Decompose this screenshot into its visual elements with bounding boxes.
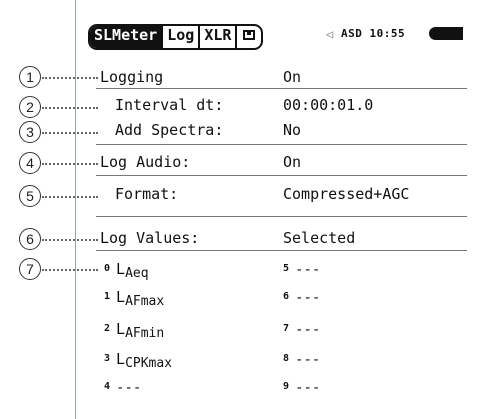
log-value-slot-8[interactable]: 8 ---	[0, 348, 479, 370]
log-value-entry: 5 ---	[283, 258, 320, 283]
setting-log-values[interactable]: Log Values: Selected	[0, 227, 479, 249]
tab-slmeter[interactable]: SLMeter	[90, 26, 164, 48]
divider	[96, 250, 467, 251]
log-value-slot-5[interactable]: 5 ---	[0, 258, 479, 280]
slot-index: 9	[283, 381, 290, 392]
setting-label: Interval dt:	[115, 96, 224, 114]
setting-format[interactable]: Format: Compressed+AGC	[0, 183, 479, 205]
divider	[96, 144, 467, 145]
slot-index: 8	[283, 353, 290, 364]
setting-value: Compressed+AGC	[283, 185, 410, 203]
log-value-entry: 7 ---	[283, 318, 320, 343]
log-value-entry: 6 ---	[283, 286, 320, 311]
status-text: ASD 10:55	[341, 27, 406, 40]
status-bar: SLMeter Log XLR ◁ ASD 10:55	[88, 24, 468, 50]
setting-value: On	[283, 68, 302, 86]
setting-value: Selected	[283, 229, 356, 247]
setting-label: Format:	[115, 185, 179, 203]
setting-label: Add Spectra:	[115, 121, 224, 139]
slot-index: 5	[283, 263, 290, 274]
tab-bar: SLMeter Log XLR	[88, 24, 264, 50]
speaker-icon: ◁	[326, 27, 334, 41]
slot-index: 7	[283, 323, 290, 334]
log-value-slot-9[interactable]: 9 ---	[0, 376, 479, 398]
divider	[96, 175, 467, 176]
log-value-entry: 8 ---	[283, 348, 320, 373]
slot-value: ---	[295, 352, 321, 368]
setting-label: Log Audio:	[100, 153, 191, 171]
log-value-entry: 9 ---	[283, 376, 320, 401]
tab-log[interactable]: Log	[163, 26, 201, 48]
setting-label: Logging	[100, 68, 164, 86]
setting-value: No	[283, 121, 302, 139]
setting-value: 00:00:01.0	[283, 96, 374, 114]
tab-xlr[interactable]: XLR	[200, 26, 238, 48]
battery-icon	[429, 27, 463, 40]
setting-log-audio[interactable]: Log Audio: On	[0, 151, 479, 173]
save-icon	[243, 30, 256, 40]
slot-value: ---	[295, 380, 321, 396]
setting-interval[interactable]: Interval dt: 00:00:01.0	[0, 94, 479, 116]
save-tab[interactable]	[237, 26, 261, 48]
setting-logging[interactable]: Logging On	[0, 66, 479, 88]
setting-add-spectra[interactable]: Add Spectra: No	[0, 119, 479, 141]
slot-index: 6	[283, 291, 290, 302]
setting-label: Log Values:	[100, 229, 200, 247]
divider	[96, 88, 467, 89]
setting-value: On	[283, 153, 302, 171]
divider	[96, 216, 467, 217]
slot-value: ---	[295, 262, 321, 278]
log-value-slot-7[interactable]: 7 ---	[0, 318, 479, 340]
log-value-slot-6[interactable]: 6 ---	[0, 286, 479, 308]
slot-value: ---	[295, 290, 321, 306]
slot-value: ---	[295, 322, 321, 338]
